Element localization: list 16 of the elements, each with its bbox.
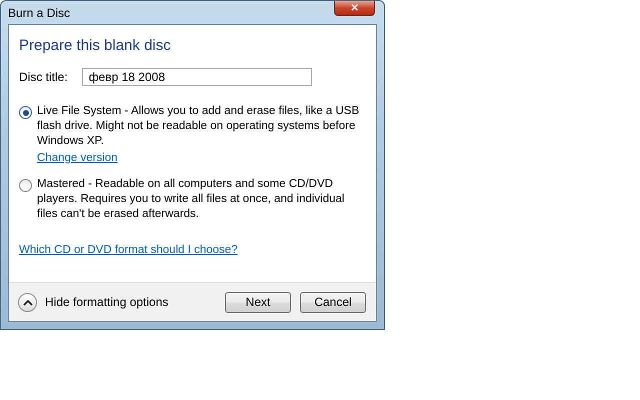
radio-button[interactable] xyxy=(19,179,32,192)
disc-title-field[interactable]: февр 18 2008 xyxy=(82,68,312,86)
close-button[interactable]: ✕ xyxy=(334,1,375,16)
window-title: Burn a Disc xyxy=(8,6,70,20)
dialog-heading: Prepare this blank disc xyxy=(19,37,172,54)
chevron-icon xyxy=(22,298,32,306)
radio-button[interactable] xyxy=(19,106,32,119)
dialog-button[interactable]: Next xyxy=(225,292,291,312)
help-link[interactable]: Which CD or DVD format should I choose? xyxy=(19,244,238,256)
dialog-button[interactable]: Cancel xyxy=(300,292,366,312)
collapse-button[interactable] xyxy=(18,292,37,312)
option-description: Mastered - Readable on all computers and some CD/DVD players. Requires you to write all files at once, and individual files can't be erased afterwards. xyxy=(37,177,346,222)
option-description: Live File System - Allows you to add and erase files, like a USB flash drive. Might not be readable on operating systems before Windows XP. xyxy=(37,104,360,149)
field-label: Disc title: xyxy=(19,70,68,84)
toggle-label: Hide formatting options xyxy=(45,295,168,309)
change-version-link[interactable]: Change version xyxy=(37,151,118,166)
